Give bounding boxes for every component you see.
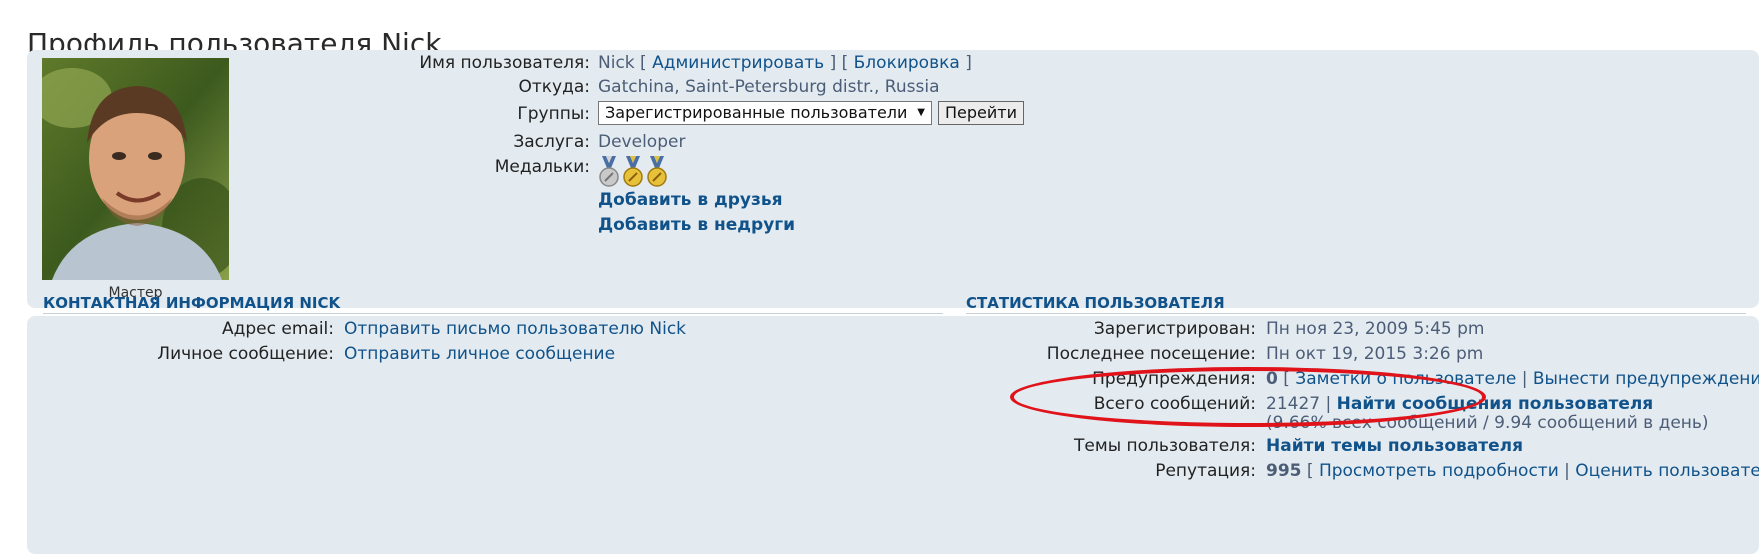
medals-list xyxy=(598,156,670,188)
chevron-down-icon: ▼ xyxy=(917,107,925,118)
reputation-value: 995 [ Просмотреть подробности | Оценить … xyxy=(1266,460,1759,482)
username: Nick xyxy=(598,53,635,73)
annotation-ellipse xyxy=(1010,367,1486,427)
location-label: Откуда: xyxy=(518,77,590,97)
pm-label: Личное сообщение: xyxy=(157,344,334,364)
add-foe-link[interactable]: Добавить в недруги xyxy=(598,215,795,235)
medals-row: Медальки: xyxy=(27,156,1727,190)
location-value: Gatchina, Saint-Petersburg distr., Russi… xyxy=(598,77,940,97)
topics-label: Темы пользователя: xyxy=(1074,436,1256,456)
separator: | xyxy=(1521,369,1528,389)
bracket: [ xyxy=(640,53,647,73)
groups-label: Группы: xyxy=(517,104,590,124)
profile-panel: Мастер Имя пользователя: Nick [ Админист… xyxy=(27,50,1759,308)
medal-gold-icon[interactable] xyxy=(622,156,644,188)
contact-stats-panel: Контактная информация Nick Адрес email: … xyxy=(27,294,1759,554)
groups-selected-value: Зарегистрированные пользователи xyxy=(605,103,908,122)
rep-details-link[interactable]: Просмотреть подробности xyxy=(1319,461,1559,481)
reputation-label: Репутация: xyxy=(1155,461,1256,481)
groups-select[interactable]: Зарегистрированные пользователи ▼ xyxy=(598,101,932,125)
contact-divider xyxy=(43,313,943,314)
username-label: Имя пользователя: xyxy=(419,53,590,73)
last-visit-label: Последнее посещение: xyxy=(1046,344,1256,364)
warn-link[interactable]: Вынести предупреждение xyxy=(1533,369,1759,389)
separator: | xyxy=(1564,461,1570,481)
rank-value: Developer xyxy=(598,132,686,152)
contact-section-title: Контактная информация Nick xyxy=(43,294,341,312)
pm-link[interactable]: Отправить личное сообщение xyxy=(344,343,615,365)
rank-label: Заслуга: xyxy=(513,132,590,152)
go-button[interactable]: Перейти xyxy=(938,101,1024,125)
stats-section-title: Статистика пользователя xyxy=(966,294,1225,312)
medal-gold-icon[interactable] xyxy=(646,156,668,188)
bracket: ] [ xyxy=(829,53,849,73)
username-row: Имя пользователя: Nick [ Администрироват… xyxy=(27,52,1727,74)
groups-controls: Зарегистрированные пользователи ▼ Перейт… xyxy=(598,101,1024,125)
email-link[interactable]: Отправить письмо пользователю Nick xyxy=(344,318,686,340)
groups-row: Группы: Зарегистрированные пользователи … xyxy=(27,101,1727,127)
rep-rate-link[interactable]: Оценить пользователя xyxy=(1575,461,1759,481)
stats-divider xyxy=(966,313,1746,314)
bracket: ] xyxy=(965,53,972,73)
last-visit-value: Пн окт 19, 2015 3:26 pm xyxy=(1266,344,1484,364)
registered-label: Зарегистрирован: xyxy=(1093,319,1256,339)
rank-row: Заслуга: Developer xyxy=(27,131,1727,153)
add-friend-row: Добавить в друзья xyxy=(598,189,783,211)
location-row: Откуда: Gatchina, Saint-Petersburg distr… xyxy=(27,76,1727,98)
find-topics-link[interactable]: Найти темы пользователя xyxy=(1266,435,1523,457)
block-link[interactable]: Блокировка xyxy=(854,53,960,73)
registered-value: Пн ноя 23, 2009 5:45 pm xyxy=(1266,319,1485,339)
admin-link[interactable]: Администрировать xyxy=(652,53,824,73)
medal-silver-icon[interactable] xyxy=(598,156,620,188)
bracket: [ xyxy=(1306,461,1314,481)
username-value: Nick [ Администрировать ] [ Блокировка ] xyxy=(598,52,972,74)
add-friend-link[interactable]: Добавить в друзья xyxy=(598,190,783,210)
email-label: Адрес email: xyxy=(222,319,334,339)
medals-label: Медальки: xyxy=(494,157,590,177)
add-foe-row: Добавить в недруги xyxy=(598,214,795,236)
reputation-score: 995 xyxy=(1266,461,1302,481)
